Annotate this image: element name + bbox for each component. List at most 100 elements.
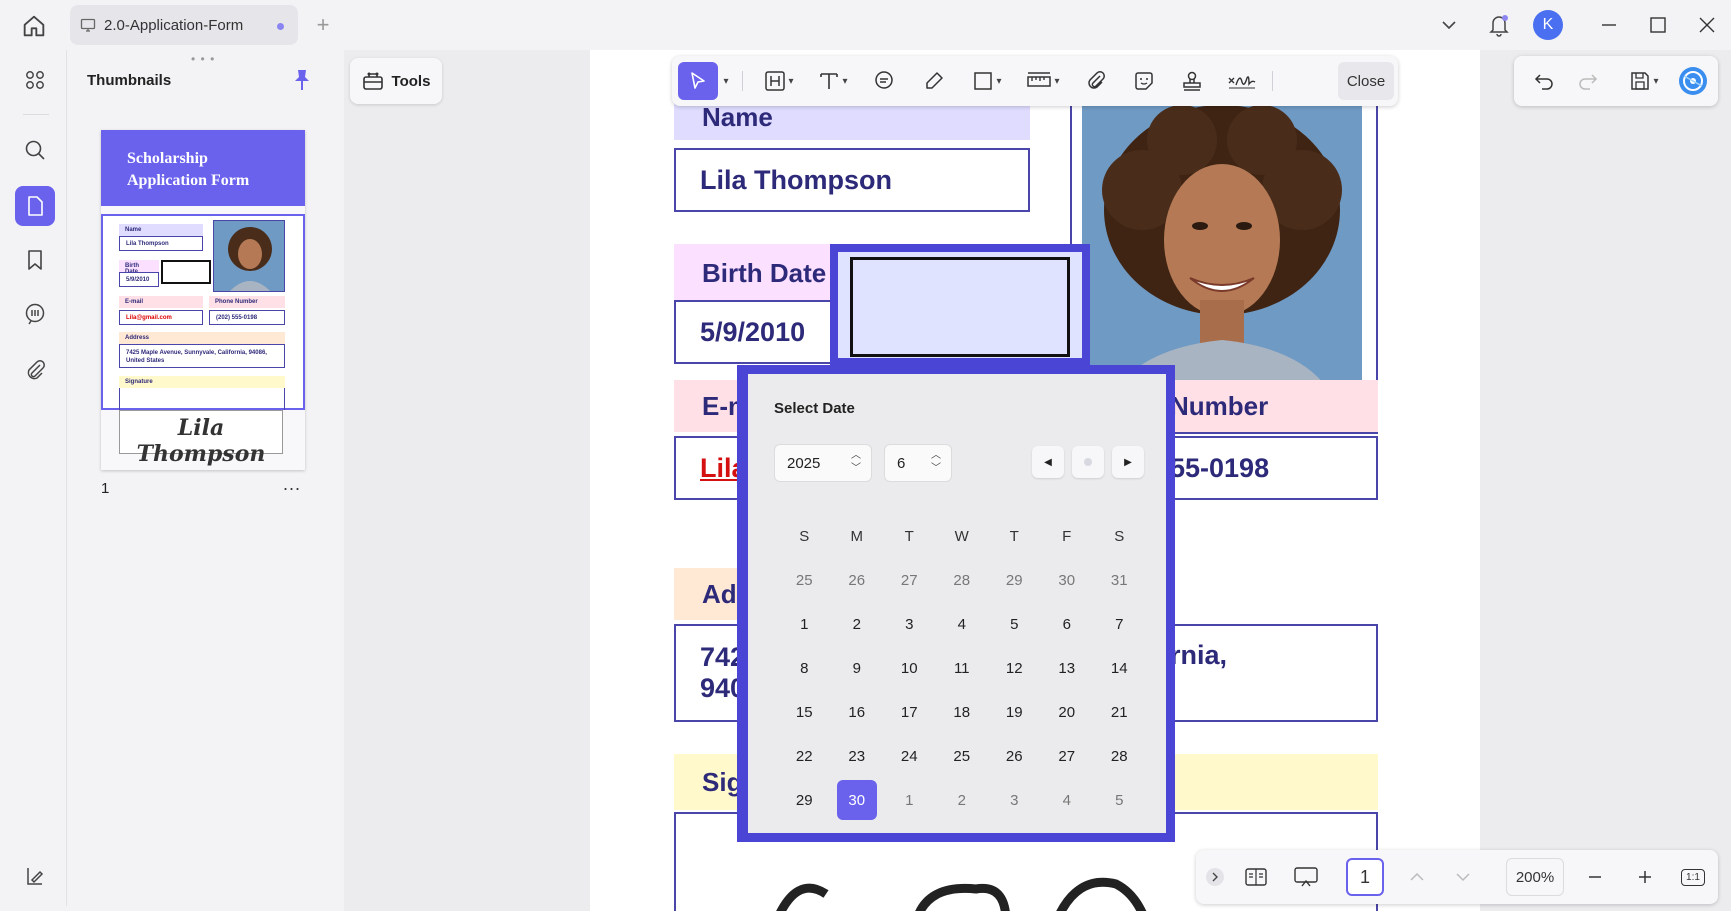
- zoom-in-icon[interactable]: [1630, 858, 1660, 896]
- address-field-right[interactable]: rnia,: [1170, 624, 1378, 722]
- maximize-icon[interactable]: [1643, 10, 1673, 40]
- bell-icon[interactable]: [1484, 10, 1514, 40]
- month-spinner[interactable]: 6 ︿ ﹀: [884, 444, 952, 482]
- user-avatar[interactable]: K: [1533, 10, 1563, 40]
- tools-button[interactable]: Tools: [350, 58, 442, 104]
- next-month-button[interactable]: ▶: [1112, 446, 1144, 478]
- new-tab-button[interactable]: +: [312, 12, 334, 38]
- calendar-day[interactable]: 8: [778, 648, 831, 688]
- calendar-day[interactable]: 9: [831, 648, 884, 688]
- redo-icon[interactable]: [1570, 62, 1606, 100]
- calendar-day[interactable]: 1: [883, 780, 936, 820]
- calendar-day[interactable]: 1: [778, 604, 831, 644]
- select-tool-dropdown[interactable]: ▾: [718, 62, 732, 100]
- close-toolbar-button[interactable]: Close: [1338, 62, 1394, 100]
- document-tab[interactable]: 2.0-Application-Form: [70, 5, 298, 45]
- heading-tool[interactable]: ▾: [754, 62, 804, 100]
- calendar-day[interactable]: 22: [778, 736, 831, 776]
- calendar-day[interactable]: 10: [883, 648, 936, 688]
- undo-icon[interactable]: [1526, 62, 1562, 100]
- calendar-day[interactable]: 11: [936, 648, 989, 688]
- calendar-day[interactable]: 16: [831, 692, 884, 732]
- calendar-day[interactable]: 26: [988, 736, 1041, 776]
- text-tool[interactable]: ▾: [808, 62, 858, 100]
- highlight-tool[interactable]: [914, 62, 954, 100]
- calendar-day[interactable]: 29: [778, 780, 831, 820]
- calendar-day[interactable]: 23: [831, 736, 884, 776]
- calendar-day[interactable]: 29: [988, 560, 1041, 600]
- calendar-day[interactable]: 21: [1093, 692, 1146, 732]
- calendar-day[interactable]: 27: [1041, 736, 1094, 776]
- panel-toggle-icon[interactable]: [15, 856, 55, 896]
- calendar-day[interactable]: 14: [1093, 648, 1146, 688]
- calendar-day[interactable]: 19: [988, 692, 1041, 732]
- spinner-arrows-icon[interactable]: ︿ ﹀: [851, 449, 861, 475]
- calendar-day[interactable]: 18: [936, 692, 989, 732]
- ai-assistant-icon[interactable]: [1674, 62, 1712, 100]
- calendar-day[interactable]: 12: [988, 648, 1041, 688]
- calendar-day[interactable]: 4: [1041, 780, 1094, 820]
- calendar-day[interactable]: 25: [778, 560, 831, 600]
- comment-tool[interactable]: [864, 62, 904, 100]
- zoom-level[interactable]: 200%: [1506, 858, 1564, 896]
- home-icon[interactable]: [20, 12, 48, 40]
- calendar-day[interactable]: 5: [1093, 780, 1146, 820]
- apps-grid-icon[interactable]: [15, 60, 55, 100]
- save-button[interactable]: ▾: [1618, 62, 1670, 100]
- close-window-icon[interactable]: [1692, 10, 1722, 40]
- calendar-day[interactable]: 26: [831, 560, 884, 600]
- calendar-day[interactable]: 7: [1093, 604, 1146, 644]
- actual-size-button[interactable]: 1:1: [1676, 858, 1710, 896]
- reading-mode-icon[interactable]: [1238, 858, 1274, 896]
- calendar-day[interactable]: 31: [1093, 560, 1146, 600]
- next-page-icon[interactable]: [1448, 858, 1478, 896]
- pin-icon[interactable]: [291, 68, 313, 92]
- calendar-day[interactable]: 27: [883, 560, 936, 600]
- measure-tool[interactable]: ▾: [1018, 62, 1068, 100]
- attach-tool[interactable]: [1076, 62, 1116, 100]
- spinner-arrows-icon[interactable]: ︿ ﹀: [931, 449, 941, 475]
- shape-tool[interactable]: ▾: [962, 62, 1012, 100]
- search-icon[interactable]: [15, 130, 55, 170]
- presentation-icon[interactable]: [1288, 858, 1324, 896]
- calendar-day[interactable]: 30: [1041, 560, 1094, 600]
- calendar-day[interactable]: 4: [936, 604, 989, 644]
- chevron-down-icon[interactable]: [1434, 10, 1464, 40]
- collapse-nav-button[interactable]: [1202, 858, 1228, 896]
- calendar-day[interactable]: 6: [1041, 604, 1094, 644]
- today-button[interactable]: [1072, 446, 1104, 478]
- comment-icon[interactable]: [15, 294, 55, 334]
- attachment-icon[interactable]: [15, 350, 55, 390]
- calendar-day[interactable]: 17: [883, 692, 936, 732]
- calendar-day[interactable]: 3: [988, 780, 1041, 820]
- thumbnails-page-icon[interactable]: [15, 186, 55, 226]
- previous-month-button[interactable]: ◀: [1032, 446, 1064, 478]
- name-field[interactable]: Lila Thompson: [674, 148, 1030, 212]
- zoom-out-icon[interactable]: [1580, 858, 1610, 896]
- calendar-day[interactable]: 28: [936, 560, 989, 600]
- select-tool[interactable]: [678, 62, 718, 100]
- calendar-day[interactable]: 5: [988, 604, 1041, 644]
- calendar-day[interactable]: 13: [1041, 648, 1094, 688]
- calendar-day[interactable]: 28: [1093, 736, 1146, 776]
- stamp-tool[interactable]: [1172, 62, 1212, 100]
- page-number-input[interactable]: 1: [1346, 858, 1384, 896]
- page-thumbnail[interactable]: Scholarship Application Form Name Lila T…: [101, 130, 305, 470]
- year-spinner[interactable]: 2025 ︿ ﹀: [774, 444, 872, 482]
- drag-handle[interactable]: • • •: [191, 52, 215, 66]
- calendar-day[interactable]: 2: [936, 780, 989, 820]
- previous-page-icon[interactable]: [1402, 858, 1432, 896]
- calendar-day-selected[interactable]: 30: [836, 780, 877, 820]
- calendar-day[interactable]: 3: [883, 604, 936, 644]
- calendar-day[interactable]: 15: [778, 692, 831, 732]
- bookmark-icon[interactable]: [15, 240, 55, 280]
- calendar-day[interactable]: 2: [831, 604, 884, 644]
- date-field-input[interactable]: [850, 257, 1070, 357]
- calendar-day[interactable]: 24: [883, 736, 936, 776]
- sticker-tool[interactable]: [1124, 62, 1164, 100]
- calendar-day[interactable]: 20: [1041, 692, 1094, 732]
- phone-field[interactable]: 55-0198: [1170, 436, 1378, 500]
- calendar-day[interactable]: 25: [936, 736, 989, 776]
- thumbnail-more-button[interactable]: ...: [283, 474, 301, 495]
- minimize-icon[interactable]: [1594, 10, 1624, 40]
